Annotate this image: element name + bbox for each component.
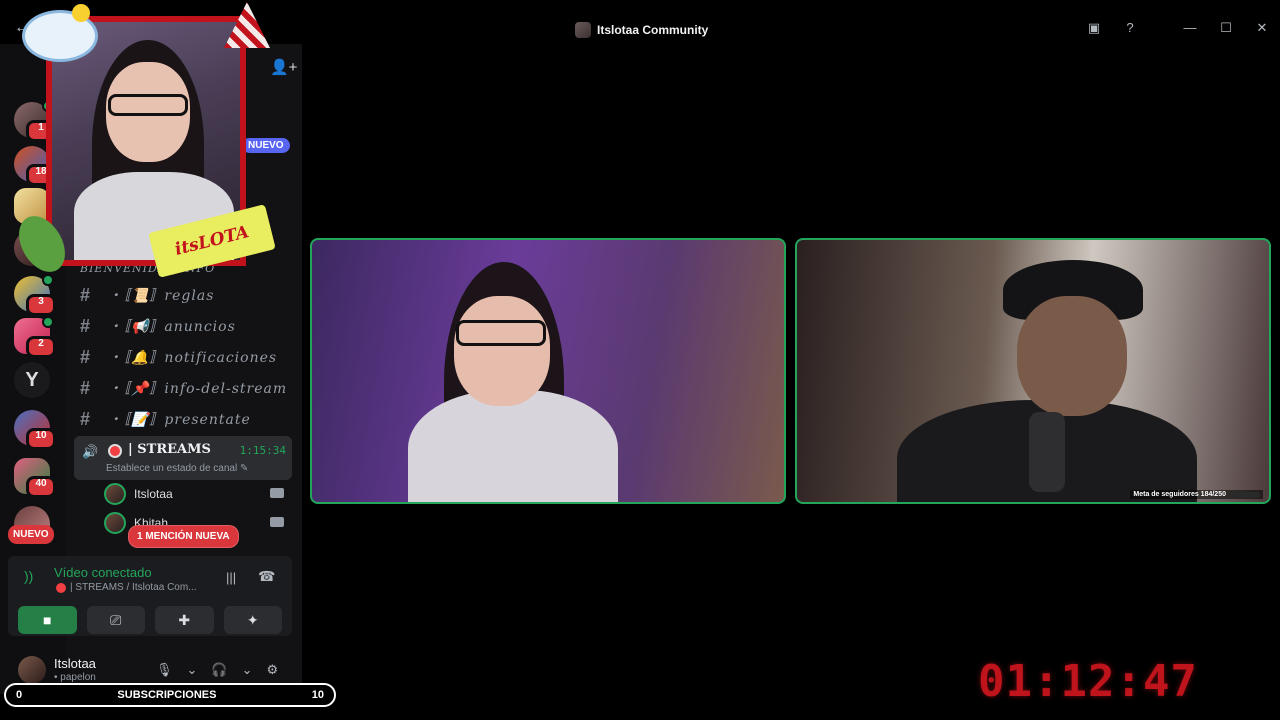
user-name[interactable]: Itslotaa	[54, 656, 96, 671]
settings-gear-icon[interactable]: ⚙	[267, 662, 279, 678]
new-server-pill[interactable]: NUEVO	[8, 525, 54, 544]
channel-info-del-stream[interactable]: # ・〚📌〛info-del-stream	[80, 374, 290, 402]
voice-connected-channel: | STREAMS / Itslotaa Com...	[70, 582, 197, 593]
camera-icon	[270, 517, 284, 527]
microphone-prop	[1029, 412, 1065, 492]
window-title-text: Itslotaa Community	[597, 23, 709, 37]
avatar[interactable]	[18, 656, 46, 684]
server-icon-5[interactable]: 3	[14, 274, 56, 316]
noise-suppression-icon[interactable]: |||	[226, 570, 236, 585]
member-name: Itslotaa	[134, 487, 173, 501]
server-icon-1[interactable]: 1	[14, 100, 56, 142]
camera-button[interactable]: ■	[18, 606, 77, 634]
channel-name: ・〚📌〛info-del-stream	[108, 381, 288, 397]
minimize-icon[interactable]: —	[1180, 18, 1200, 38]
channel-name: ・〚📝〛presentate	[108, 412, 251, 428]
maximize-icon[interactable]: ☐	[1216, 18, 1236, 38]
voice-connected-title[interactable]: Vídeo conectado	[54, 565, 152, 580]
help-icon[interactable]: ?	[1120, 18, 1140, 38]
voice-channel-streams[interactable]: 🔊 | STREAMS 1:15:34 Establece un estado …	[74, 436, 292, 480]
server-badge: 40	[26, 476, 56, 498]
server-icon-6[interactable]: 2	[14, 316, 56, 358]
voice-speaker-icon: 🔊	[82, 444, 99, 459]
server-icon	[575, 22, 591, 38]
new-unread-pill[interactable]: NUEVO	[242, 138, 290, 153]
server-icon-2[interactable]: 18	[14, 146, 56, 186]
video-tile-khitah[interactable]: Meta de seguidores 184/250	[795, 238, 1271, 504]
window-title: Itslotaa Community	[575, 20, 708, 40]
channel-name: ・〚🔔〛notificaciones	[108, 350, 278, 366]
server-badge: 10	[26, 428, 56, 450]
hash-icon: #	[80, 346, 91, 367]
subscriptions-bar: 0 SUBSCRIPCIONES 10	[4, 683, 336, 707]
server-icon-9[interactable]: 40	[14, 458, 56, 498]
voice-channel-name: | STREAMS	[128, 442, 211, 457]
chevron-down-icon[interactable]: ⌄	[242, 662, 253, 678]
live-dot-icon	[108, 444, 122, 458]
chevron-down-icon[interactable]: ⌄	[187, 662, 198, 678]
soundboard-button[interactable]: ✦	[223, 606, 282, 634]
channel-status-prompt[interactable]: Establece un estado de canal ✎	[106, 463, 248, 474]
follower-goal-text: Meta de seguidores 184/250	[1133, 491, 1226, 498]
voice-connected-panel: )) Vídeo conectado | STREAMS / Itslotaa …	[8, 556, 292, 636]
stream-timer: 01:12:47	[978, 656, 1198, 707]
channel-anuncios[interactable]: # ・〚📢〛anuncios	[80, 312, 290, 340]
subs-goal: 10	[311, 689, 324, 701]
speaker-indicator-icon	[42, 274, 54, 286]
server-badge: 3	[26, 294, 56, 316]
hash-icon: #	[80, 284, 91, 305]
subs-label: SUBSCRIPCIONES	[117, 689, 217, 701]
voice-member[interactable]: Itslotaa	[104, 482, 284, 506]
sun-decoration	[72, 4, 90, 22]
voice-action-buttons: ■ ⎚ ✚ ✦	[18, 606, 282, 634]
live-dot-icon	[56, 582, 66, 593]
subs-start: 0	[16, 689, 23, 701]
close-icon[interactable]: ✕	[1252, 18, 1272, 38]
new-mention-pill[interactable]: 1 MENCIÓN NUEVA	[128, 525, 239, 548]
add-member-icon[interactable]: 👤+	[270, 58, 297, 76]
avatar	[104, 512, 126, 534]
microphone-icon[interactable]: 🎙	[156, 662, 173, 678]
activities-button[interactable]: ✚	[155, 606, 214, 634]
server-icon-7[interactable]: Y	[14, 362, 50, 398]
server-icon-8[interactable]: 10	[14, 410, 56, 450]
channel-presentate[interactable]: # ・〚📝〛presentate	[80, 405, 290, 433]
channel-name: ・〚📢〛anuncios	[108, 319, 236, 335]
channel-notificaciones[interactable]: # ・〚🔔〛notificaciones	[80, 343, 290, 371]
voice-channel-timer: 1:15:34	[239, 444, 286, 457]
camera-icon	[270, 488, 284, 498]
disconnect-icon[interactable]: ☎	[258, 568, 275, 585]
follower-goal: Meta de seguidores 184/250	[1130, 490, 1263, 499]
title-bar-controls: ▣ ? — ☐ ✕	[1084, 18, 1272, 38]
signal-icon[interactable]: ))	[24, 568, 33, 584]
avatar	[104, 483, 126, 505]
hash-icon: #	[80, 377, 91, 398]
user-status: • papelon	[54, 672, 96, 683]
video-tile-itslotaa[interactable]	[310, 238, 786, 504]
speaker-indicator-icon	[42, 316, 54, 328]
hash-icon: #	[80, 315, 91, 336]
screen-share-button[interactable]: ⎚	[86, 606, 145, 634]
server-badge: 2	[26, 336, 56, 358]
user-controls: 🎙 ⌄ 🎧 ⌄ ⚙	[156, 662, 278, 678]
follower-goal-bar	[1230, 491, 1260, 498]
hash-icon: #	[80, 408, 91, 429]
channel-reglas[interactable]: # ・〚📜〛reglas	[80, 281, 290, 309]
channel-name: ・〚📜〛reglas	[108, 288, 215, 304]
inbox-icon[interactable]: ▣	[1084, 18, 1104, 38]
headphones-icon[interactable]: 🎧	[211, 662, 227, 678]
voice-connected-subtitle[interactable]: | STREAMS / Itslotaa Com...	[56, 582, 197, 593]
